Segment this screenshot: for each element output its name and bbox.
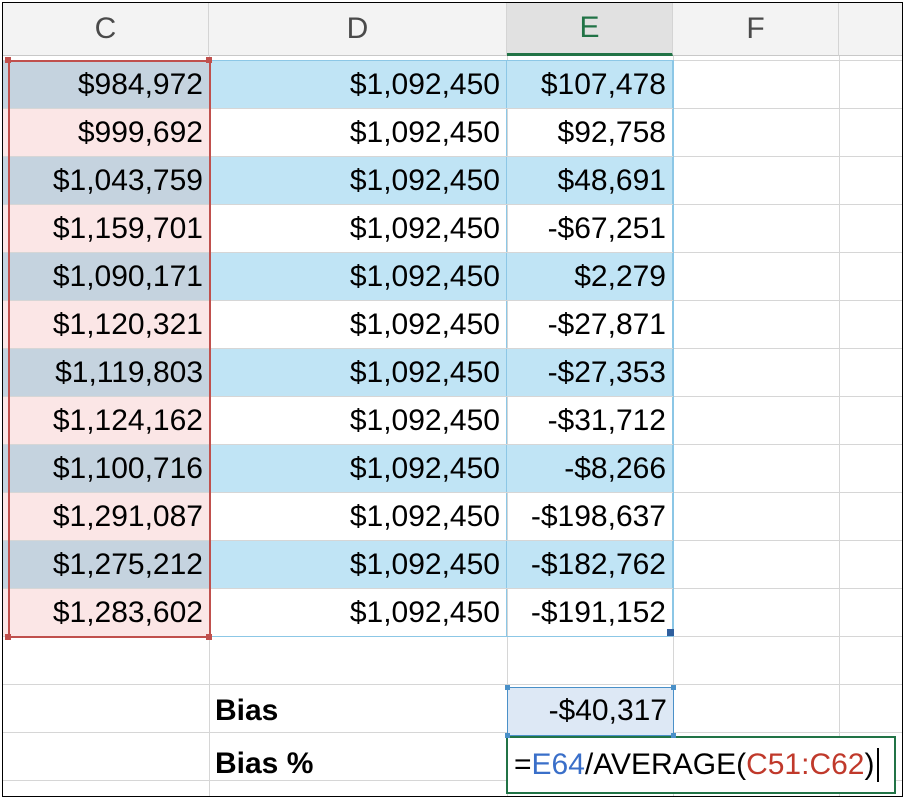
cell-d[interactable]: $1,092,450 — [209, 301, 507, 348]
cell-e[interactable]: $107,478 — [507, 61, 673, 108]
formula-edit-cell[interactable]: = E64/AVERAGE(C51:C62) — [506, 736, 896, 794]
cell-d[interactable]: $1,092,450 — [209, 397, 507, 444]
spreadsheet-grid[interactable]: C D E F $984,972 $1,092,450 $107,478 $999,6… — [2, 2, 903, 797]
ref-handle-top-left[interactable] — [505, 685, 510, 690]
ref-handle-top-right[interactable] — [671, 685, 676, 690]
cell-e[interactable]: -$182,762 — [507, 541, 673, 588]
cell-e[interactable]: -$27,353 — [507, 349, 673, 396]
cell-e[interactable]: -$8,266 — [507, 445, 673, 492]
column-header-d[interactable]: D — [209, 3, 507, 56]
ref-handle-bottom-left[interactable] — [505, 733, 510, 738]
range-handle-top-right[interactable] — [206, 57, 212, 63]
cell-d[interactable]: $1,092,450 — [209, 493, 507, 540]
grid-vline — [839, 56, 840, 796]
bias-pct-label[interactable]: Bias % — [209, 738, 507, 790]
formula-prefix: = — [514, 748, 532, 781]
cell-d[interactable]: $1,092,450 — [209, 541, 507, 588]
formula-middle: /AVERAGE( — [584, 748, 747, 781]
cell-e[interactable]: -$27,871 — [507, 301, 673, 348]
cell-e[interactable]: -$198,637 — [507, 493, 673, 540]
range-highlight-c51-c62 — [8, 60, 211, 638]
cell-e[interactable]: -$31,712 — [507, 397, 673, 444]
column-header-f[interactable]: F — [673, 3, 839, 56]
grid-hline — [3, 684, 902, 685]
cell-d[interactable]: $1,092,450 — [209, 445, 507, 492]
cell-d[interactable]: $1,092,450 — [209, 253, 507, 300]
cell-d[interactable]: $1,092,450 — [209, 349, 507, 396]
cell-d[interactable]: $1,092,450 — [209, 61, 507, 108]
column-header-g[interactable] — [839, 3, 902, 56]
range-handle-top-left[interactable] — [5, 57, 11, 63]
formula-ref-c51-c62: C51:C62 — [746, 748, 865, 781]
cell-d[interactable]: $1,092,450 — [209, 589, 507, 636]
ref-handle-bottom-right[interactable] — [671, 733, 676, 738]
text-caret — [877, 748, 880, 782]
bias-value-outline — [507, 687, 674, 736]
cell-e[interactable]: $48,691 — [507, 157, 673, 204]
cell-e[interactable]: $92,758 — [507, 109, 673, 156]
cell-d[interactable]: $1,092,450 — [209, 157, 507, 204]
cell-e[interactable]: -$191,152 — [507, 589, 673, 636]
cell-e[interactable]: $2,279 — [507, 253, 673, 300]
range-handle-bottom-left[interactable] — [5, 634, 11, 640]
bias-label[interactable]: Bias — [209, 687, 507, 735]
column-header-e[interactable]: E — [507, 3, 673, 56]
cell-d[interactable]: $1,092,450 — [209, 109, 507, 156]
cell-d[interactable]: $1,092,450 — [209, 205, 507, 252]
table-resize-handle[interactable] — [667, 629, 674, 636]
column-header-c[interactable]: C — [3, 3, 209, 56]
formula-ref-e64: E64 — [531, 748, 585, 781]
formula-suffix: ) — [864, 748, 875, 781]
range-handle-bottom-right[interactable] — [206, 634, 212, 640]
cell-e[interactable]: -$67,251 — [507, 205, 673, 252]
